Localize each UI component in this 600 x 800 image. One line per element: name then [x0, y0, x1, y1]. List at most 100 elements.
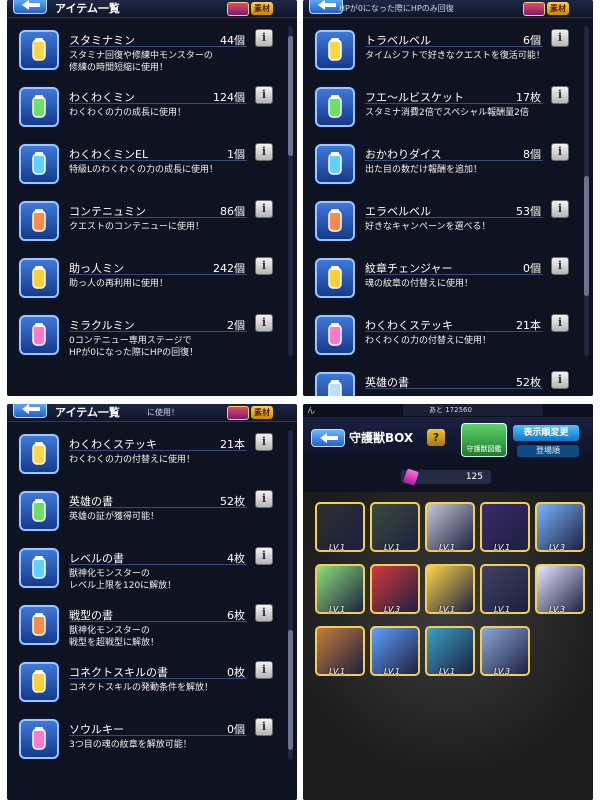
sort-change-button[interactable]: 表示順変更 [513, 425, 579, 441]
item-name: おかわりダイス [365, 148, 442, 161]
scrollbar[interactable] [288, 430, 293, 760]
guardian-3-icon[interactable]: LV.1 [425, 502, 475, 552]
guardian-13-icon[interactable]: LV.1 [425, 626, 475, 676]
connect-book-icon [19, 662, 59, 702]
guardian-5-icon[interactable]: LV.3 [535, 502, 585, 552]
info-button[interactable]: i [255, 661, 273, 679]
list-item[interactable]: ソウルキー 0個 i 3つ目の魂の紋章を解放可能！ [15, 713, 275, 770]
list-item[interactable]: 助っ人ミン 242個 i 助っ人の再利用に使用！ [15, 252, 275, 309]
info-button[interactable]: i [551, 86, 569, 104]
guardian-11-icon[interactable]: LV.1 [315, 626, 365, 676]
erabell-icon-glyph [328, 209, 342, 232]
material-tab[interactable]: 素材 [547, 2, 569, 15]
wakuwaku-bottle-icon [19, 87, 59, 127]
item-count: 0個 [227, 723, 245, 736]
info-button[interactable]: i [255, 257, 273, 275]
info-button[interactable]: i [551, 257, 569, 275]
list-item[interactable]: 戦型の書 6枚 i 獣神化モンスターの 戦型を超戦型に解放！ [15, 599, 275, 656]
continue-bottle-icon-glyph [32, 209, 46, 232]
list-item[interactable]: わくわくミン 124個 i わくわくの力の成長に使用！ [15, 81, 275, 138]
guardian-level: LV.3 [384, 605, 401, 614]
info-button[interactable]: i [551, 29, 569, 47]
scrollbar[interactable] [288, 26, 293, 356]
guardian-2-icon[interactable]: LV.1 [370, 502, 420, 552]
connect-book-icon-glyph [32, 670, 46, 693]
list-item[interactable]: エラベルベル 53個 i 好きなキャンペーンを選べる！ [311, 195, 571, 252]
help-button[interactable]: ? [427, 429, 445, 446]
item-description: 出た目の数だけ報酬を追加！ [365, 165, 483, 175]
back-button[interactable] [13, 0, 47, 14]
guardian-9-icon[interactable]: LV.1 [480, 564, 530, 614]
guardian-12-icon[interactable]: LV.1 [370, 626, 420, 676]
info-button[interactable]: i [255, 718, 273, 736]
header-subtext: HPが0になった際にHPのみ回復 [339, 4, 454, 13]
guardian-10-icon[interactable]: LV.3 [535, 564, 585, 614]
item-count: 52枚 [220, 495, 245, 508]
guardian-encyclopedia-button[interactable]: 守護獣図鑑 [461, 423, 507, 457]
scrollbar[interactable] [584, 26, 589, 356]
list-item[interactable]: 英雄の書 52枚 i 英雄の証が獲得可能！ [15, 485, 275, 542]
back-button[interactable] [309, 0, 343, 14]
back-button[interactable] [311, 429, 345, 447]
item-description: コネクトスキルの発動条件を解放！ [69, 683, 214, 693]
guardian-6-icon[interactable]: LV.1 [315, 564, 365, 614]
level-book-icon [19, 548, 59, 588]
material-tab[interactable]: 素材 [251, 2, 273, 15]
item-list: スタミナミン 44個 i スタミナ回復や修練中モンスターの 修練の時間短縮に使用！ わく… [15, 24, 275, 366]
material-badge-icon[interactable] [523, 2, 545, 16]
info-button[interactable]: i [255, 547, 273, 565]
guardian-1-icon[interactable]: LV.1 [315, 502, 365, 552]
info-button[interactable]: i [255, 200, 273, 218]
guardian-8-icon[interactable]: LV.1 [425, 564, 475, 614]
list-item[interactable]: わくわくステッキ 21本 i わくわくの力の付替えに使用！ [15, 428, 275, 485]
list-item[interactable]: レベルの書 4枚 i 獣神化モンスターの レベル上限を120に解放！ [15, 542, 275, 599]
list-item[interactable]: スタミナミン 44個 i スタミナ回復や修練中モンスターの 修練の時間短縮に使用！ [15, 24, 275, 81]
info-button[interactable]: i [255, 86, 273, 104]
info-button[interactable]: i [255, 314, 273, 332]
list-item[interactable]: トラベルベル 6個 i タイムシフトで好きなクエストを復活可能！ [311, 24, 571, 81]
scrollbar-thumb[interactable] [584, 176, 589, 296]
list-item[interactable]: 英雄の書 52枚 i [311, 366, 571, 396]
info-button[interactable]: i [551, 143, 569, 161]
list-item[interactable]: おかわりダイス 8個 i 出た目の数だけ報酬を追加！ [311, 138, 571, 195]
helper-figure-icon-glyph [32, 266, 46, 289]
scrollbar-thumb[interactable] [288, 36, 293, 156]
list-item[interactable]: コネクトスキルの書 0枚 i コネクトスキルの発動条件を解放！ [15, 656, 275, 713]
item-header: わくわくミンEL 1個 [69, 146, 247, 161]
item-description: クエストのコンテニューに使用！ [69, 222, 205, 232]
guardian-7-icon[interactable]: LV.3 [370, 564, 420, 614]
guardian-4-icon[interactable]: LV.1 [480, 502, 530, 552]
list-item[interactable]: わくわくミンEL 1個 i 特級Lのわくわくの力の成長に使用！ [15, 138, 275, 195]
list-item[interactable]: フエ～ルビスケット 17枚 i スタミナ消費2倍でスペシャル報酬量2倍 [311, 81, 571, 138]
item-name: エラベルベル [365, 205, 431, 218]
helper-figure-icon [19, 258, 59, 298]
info-button[interactable]: i [551, 200, 569, 218]
list-item[interactable]: コンテニュミン 86個 i クエストのコンテニューに使用！ [15, 195, 275, 252]
list-item[interactable]: ミラクルミン 2個 i 0コンテニュー専用ステージで HPが0になった際にHPの回復！ [15, 309, 275, 366]
guardian-14-icon[interactable]: LV.3 [480, 626, 530, 676]
guardian-level: LV.1 [439, 543, 456, 552]
info-button[interactable]: i [255, 433, 273, 451]
info-button[interactable]: i [255, 490, 273, 508]
item-count: 4枚 [227, 552, 245, 565]
list-item[interactable]: わくわくステッキ 21本 i わくわくの力の付替えに使用！ [311, 309, 571, 366]
item-name: フエ～ルビスケット [365, 91, 464, 104]
info-button[interactable]: i [255, 143, 273, 161]
item-name: コンテニュミン [69, 205, 146, 218]
guardian-level: LV.1 [439, 667, 456, 676]
info-button[interactable]: i [551, 371, 569, 389]
info-button[interactable]: i [255, 29, 273, 47]
material-badge-icon[interactable] [227, 406, 249, 420]
dice-icon-glyph [328, 152, 342, 175]
info-button[interactable]: i [551, 314, 569, 332]
back-button[interactable] [13, 404, 47, 418]
item-name: レベルの書 [69, 552, 124, 565]
material-badge-icon[interactable] [227, 2, 249, 16]
guardian-level: LV.3 [549, 605, 566, 614]
list-item[interactable]: 紋章チェンジャー 0個 i 魂の紋章の付替えに使用！ [311, 252, 571, 309]
info-button[interactable]: i [255, 604, 273, 622]
scrollbar-thumb[interactable] [288, 630, 293, 750]
material-tab[interactable]: 素材 [251, 406, 273, 419]
item-header: わくわくステッキ 21本 [69, 436, 247, 451]
level-book-icon-glyph [32, 556, 46, 579]
